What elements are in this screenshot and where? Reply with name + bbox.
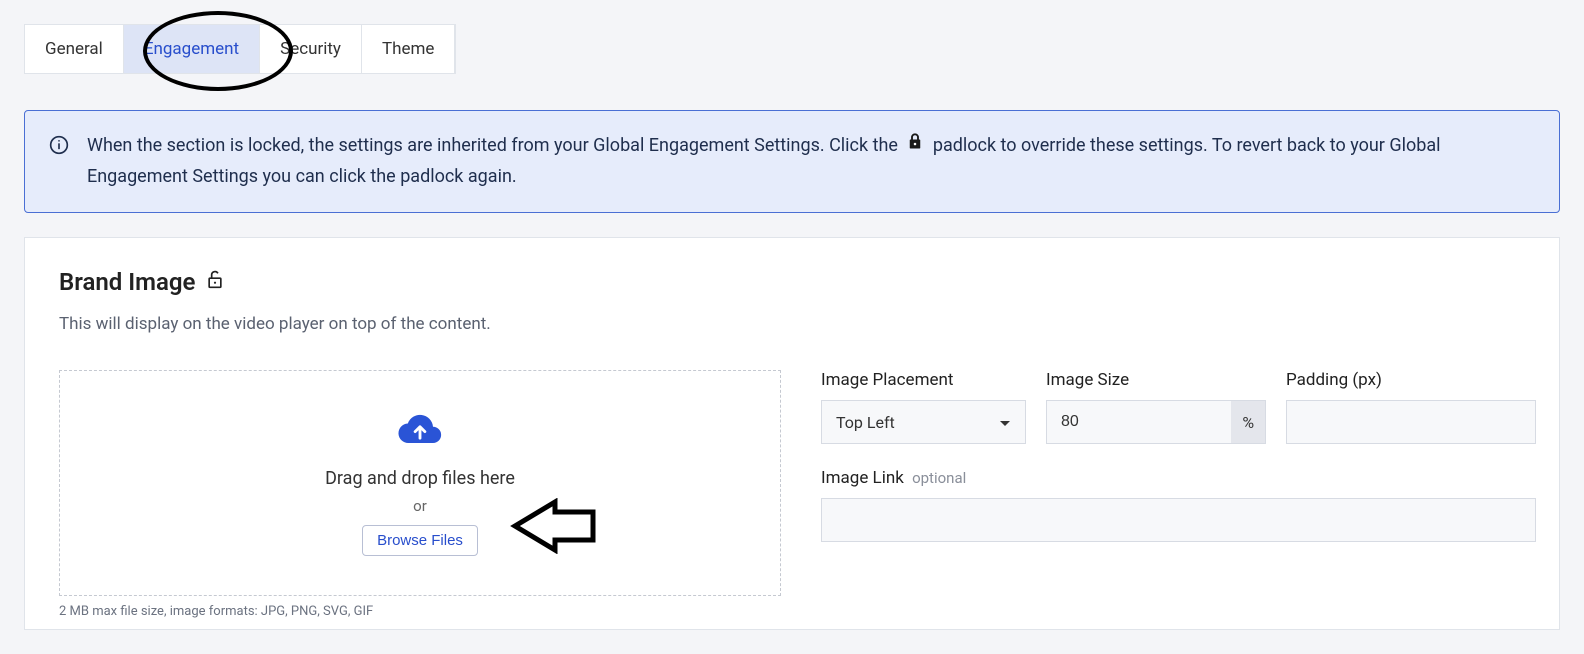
info-banner: When the section is locked, the settings… — [24, 110, 1560, 213]
field-image-link: Image Link optional — [821, 468, 1536, 542]
tab-theme[interactable]: Theme — [362, 25, 455, 73]
field-padding: Padding (px) — [1286, 370, 1536, 444]
tabs-bar: General Engagement Security Theme — [24, 24, 456, 74]
tab-general[interactable]: General — [25, 25, 124, 73]
link-label-row: Image Link optional — [821, 468, 1536, 488]
browse-files-button[interactable]: Browse Files — [362, 525, 478, 556]
size-label: Image Size — [1046, 370, 1266, 390]
field-row-1: Image Placement Top Left Image Size % — [821, 370, 1536, 444]
tab-engagement[interactable]: Engagement — [124, 25, 260, 73]
content-row: Drag and drop files here or Browse Files… — [59, 370, 1525, 619]
size-input[interactable] — [1046, 400, 1231, 444]
or-text: or — [413, 497, 427, 515]
section-title-text: Brand Image — [59, 268, 195, 296]
section-description: This will display on the video player on… — [59, 314, 1525, 334]
tab-security[interactable]: Security — [260, 25, 362, 73]
info-text: When the section is locked, the settings… — [87, 131, 1535, 192]
file-dropzone[interactable]: Drag and drop files here or Browse Files — [59, 370, 781, 596]
link-optional: optional — [912, 469, 966, 487]
padding-input[interactable] — [1286, 400, 1536, 444]
unlock-icon[interactable] — [205, 268, 225, 296]
size-input-group: % — [1046, 400, 1266, 444]
padding-label: Padding (px) — [1286, 370, 1536, 390]
link-input[interactable] — [821, 498, 1536, 542]
form-column: Image Placement Top Left Image Size % — [821, 370, 1536, 542]
lock-icon — [906, 131, 924, 162]
field-image-size: Image Size % — [1046, 370, 1266, 444]
section-title: Brand Image — [59, 268, 1525, 296]
drop-text: Drag and drop files here — [325, 468, 515, 489]
size-unit: % — [1231, 400, 1266, 444]
chevron-down-icon — [999, 413, 1011, 432]
placement-label: Image Placement — [821, 370, 1026, 390]
brand-image-panel: Brand Image This will display on the vid… — [24, 237, 1560, 630]
upload-icon — [394, 410, 446, 454]
upload-column: Drag and drop files here or Browse Files… — [59, 370, 781, 619]
file-hint: 2 MB max file size, image formats: JPG, … — [59, 604, 781, 619]
link-label: Image Link — [821, 468, 904, 488]
placement-select[interactable]: Top Left — [821, 400, 1026, 444]
placement-value: Top Left — [836, 413, 895, 432]
info-icon — [49, 135, 69, 159]
info-text-pre: When the section is locked, the settings… — [87, 135, 902, 156]
field-image-placement: Image Placement Top Left — [821, 370, 1026, 444]
